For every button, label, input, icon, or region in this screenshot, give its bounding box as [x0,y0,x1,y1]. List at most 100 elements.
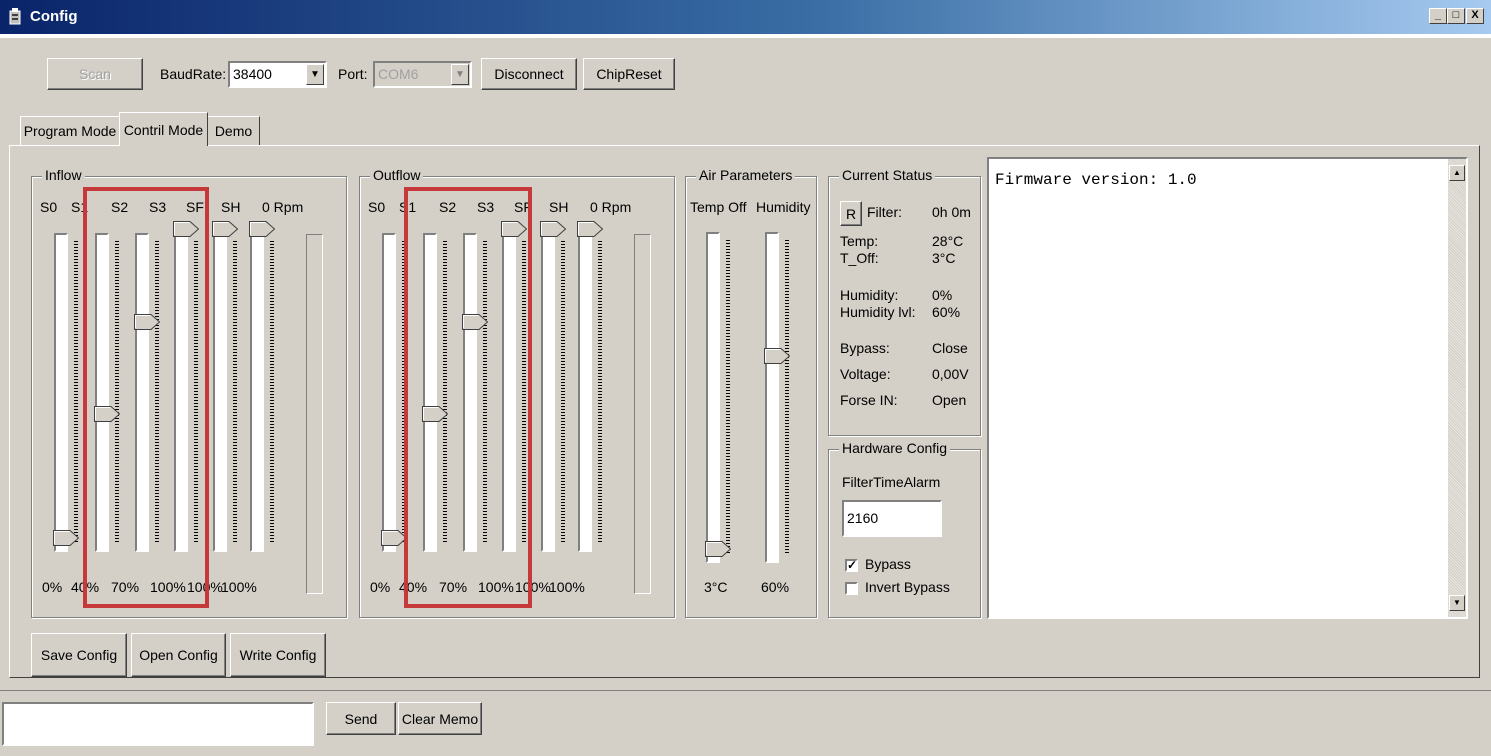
tab-demo[interactable]: Demo [207,116,260,145]
inflow-slider-5-track[interactable] [250,233,264,552]
separator [0,690,1491,691]
save-config-button[interactable]: Save Config [31,633,127,677]
outflow-slider-5-ticks [598,241,602,544]
temp-off-slider-track[interactable] [706,232,720,563]
checkmark-icon: ✓ [847,558,858,572]
inflow-title: Inflow [42,167,85,183]
status-label-3: Humidity lvl: [840,304,916,320]
air-value-temp-off: 3°C [704,579,728,595]
filter-time-alarm-input[interactable]: 2160 [842,500,942,537]
outflow-value-5: 100% [549,579,585,595]
chevron-down-icon[interactable]: ▼ [306,64,324,85]
air-parameters-title: Air Parameters [696,167,796,183]
status-value-1: 3°C [932,250,956,266]
chevron-down-icon[interactable]: ▼ [451,64,469,85]
inflow-slider-0-track[interactable] [54,233,68,552]
highlight-inflow-s1-s3 [83,187,209,608]
air-header-humidity: Humidity [756,199,811,215]
air-header-temp-off: Temp Off [690,199,747,215]
status-value-5: 0,00V [932,366,969,382]
outflow-header-6: 0 Rpm [590,199,632,215]
window-title: Config [30,8,78,25]
outflow-slider-4-ticks [561,241,565,544]
inflow-slider-4-thumb[interactable] [212,221,238,237]
inflow-slider-0-thumb[interactable] [53,530,79,546]
filter-time-alarm-label: FilterTimeAlarm [842,474,941,490]
minimize-button[interactable]: _ [1429,8,1447,24]
memo-scrollbar[interactable]: ▲ ▼ [1448,159,1466,617]
inflow-slider-4-ticks [233,241,237,544]
tab-program-mode[interactable]: Program Mode [20,116,120,145]
open-config-button[interactable]: Open Config [131,633,226,677]
inflow-header-0: S0 [40,199,58,215]
chipreset-button[interactable]: ChipReset [583,58,675,90]
outflow-slider-5-thumb[interactable] [577,221,603,237]
inflow-header-5: SH [221,199,241,215]
temp-off-slider-ticks [726,240,730,555]
invert-bypass-checkbox[interactable] [845,582,858,595]
humidity-slider-track[interactable] [765,232,779,563]
baudrate-select[interactable]: 38400 ▼ [228,61,327,88]
inflow-slider-5-ticks [270,241,274,544]
outflow-slider-4-track[interactable] [541,233,555,552]
outflow-header-0: S0 [368,199,386,215]
filter-time-alarm-value: 2160 [847,510,879,526]
outflow-header-5: SH [549,199,569,215]
outflow-title: Outflow [370,167,424,183]
status-label-1: T_Off: [840,250,879,266]
port-select[interactable]: COM6 ▼ [373,61,472,88]
outflow-slider-5-track[interactable] [578,233,592,552]
inflow-rpm-bar [306,234,323,594]
inflow-slider-4-track[interactable] [213,233,227,552]
invert-bypass-label: Invert Bypass [865,579,950,595]
window-border [0,34,1491,38]
port-value: COM6 [378,66,419,82]
filter-value: 0h 0m [932,204,971,220]
inflow-header-6: 0 Rpm [262,199,304,215]
close-button[interactable]: X [1466,8,1484,24]
outflow-slider-4-thumb[interactable] [540,221,566,237]
filter-label: Filter: [867,204,902,220]
scroll-up-icon[interactable]: ▲ [1449,165,1465,181]
bypass-label: Bypass [865,556,911,572]
status-label-4: Bypass: [840,340,890,356]
send-button[interactable]: Send [326,702,396,735]
disconnect-button[interactable]: Disconnect [481,58,577,90]
inflow-slider-0-ticks [74,241,78,544]
status-label-0: Temp: [840,233,879,249]
status-value-0: 28°C [932,233,964,249]
outflow-value-0: 0% [370,579,391,595]
app-icon [9,8,21,25]
status-value-6: Open [932,392,967,408]
memo-text: Firmware version: 1.0 [995,171,1197,189]
humidity-slider-thumb[interactable] [764,348,790,365]
tab-control-mode[interactable]: Contril Mode [119,112,208,146]
current-status-title: Current Status [839,167,936,183]
baudrate-label: BaudRate: [160,66,227,82]
write-config-button[interactable]: Write Config [230,633,326,677]
outflow-slider-0-track[interactable] [382,233,396,552]
bypass-checkbox[interactable]: ✓ [845,559,858,572]
status-value-2: 0% [932,287,953,303]
status-label-2: Humidity: [840,287,899,303]
inflow-slider-5-thumb[interactable] [249,221,275,237]
highlight-outflow-s1-s3 [404,187,532,608]
scan-button[interactable]: Scan [47,58,143,90]
clear-memo-button[interactable]: Clear Memo [398,702,482,735]
temp-off-slider-thumb[interactable] [705,541,731,557]
command-input[interactable] [2,702,314,746]
hardware-config-title: Hardware Config [839,440,951,456]
maximize-button[interactable]: □ [1447,8,1465,24]
status-label-5: Voltage: [840,366,891,382]
title-bar: Config _ □ X [0,0,1491,34]
baudrate-value: 38400 [233,66,272,82]
scroll-down-icon[interactable]: ▼ [1449,595,1465,611]
status-value-4: Close [932,340,968,356]
air-value-humidity: 60% [761,579,790,595]
inflow-value-5: 100% [221,579,257,595]
reset-filter-button[interactable]: R [840,201,862,226]
port-label: Port: [338,66,368,82]
status-value-3: 60% [932,304,961,320]
inflow-value-0: 0% [42,579,63,595]
log-memo[interactable]: Firmware version: 1.0 ▲ ▼ [987,157,1468,619]
